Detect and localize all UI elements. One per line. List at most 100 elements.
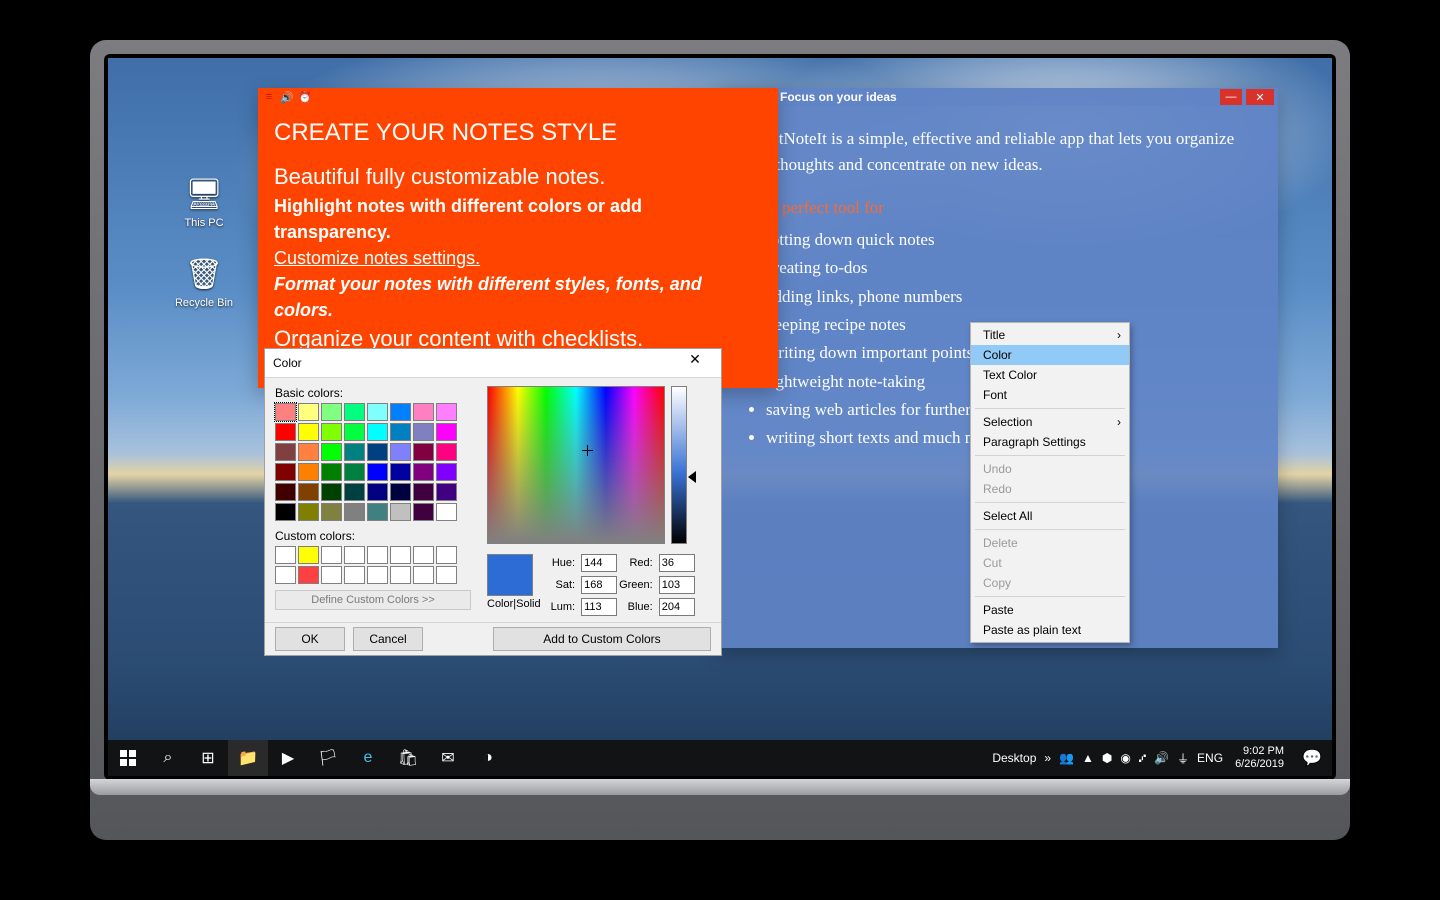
color-swatch[interactable] [298, 566, 319, 584]
menu-item[interactable]: Title [971, 325, 1129, 345]
menu-item[interactable]: Selection [971, 412, 1129, 432]
color-swatch[interactable] [390, 546, 411, 564]
color-swatch[interactable] [413, 463, 434, 481]
color-swatch[interactable] [390, 443, 411, 461]
color-swatch[interactable] [436, 503, 457, 521]
color-swatch[interactable] [436, 483, 457, 501]
action-center-icon[interactable]: 💬 [1292, 740, 1332, 776]
search-icon[interactable]: ⌕ [148, 740, 188, 776]
tray-icon[interactable]: ◉ [1116, 751, 1134, 765]
sound-icon[interactable]: 🔊 [280, 90, 294, 104]
color-swatch[interactable] [344, 483, 365, 501]
color-swatch[interactable] [344, 403, 365, 421]
menu-item[interactable]: Select All [971, 506, 1129, 526]
alarm-icon[interactable]: ⏰ [298, 90, 312, 104]
tray-overflow-icon[interactable]: ▲ [1078, 751, 1098, 765]
color-swatch[interactable] [321, 423, 342, 441]
note-titlebar[interactable]: ≡ 🔊 ⏰ [258, 88, 778, 106]
color-swatch[interactable] [413, 503, 434, 521]
sat-input[interactable] [581, 576, 617, 594]
color-swatch[interactable] [275, 483, 296, 501]
green-input[interactable] [659, 576, 695, 594]
color-swatch[interactable] [321, 403, 342, 421]
color-swatch[interactable] [367, 443, 388, 461]
color-swatch[interactable] [413, 483, 434, 501]
color-swatch[interactable] [344, 443, 365, 461]
ok-button[interactable]: OK [275, 627, 345, 651]
chevron-icon[interactable]: » [1040, 751, 1055, 765]
start-button[interactable] [108, 740, 148, 776]
language-indicator[interactable]: ENG [1193, 751, 1227, 765]
add-to-custom-button[interactable]: Add to Custom Colors [493, 627, 711, 651]
taskbar-clock[interactable]: 9:02 PM 6/26/2019 [1227, 745, 1292, 770]
color-swatch[interactable] [321, 483, 342, 501]
close-button[interactable]: ✕ [677, 351, 713, 375]
mail-icon[interactable]: ✉ [428, 740, 468, 776]
luminance-slider[interactable] [671, 386, 687, 544]
color-swatch[interactable] [390, 423, 411, 441]
color-swatch[interactable] [298, 403, 319, 421]
note-body[interactable]: CREATE YOUR NOTES STYLE Beautiful fully … [258, 106, 778, 355]
color-swatch[interactable] [367, 463, 388, 481]
color-swatch[interactable] [390, 503, 411, 521]
color-swatch[interactable] [275, 423, 296, 441]
red-input[interactable] [659, 554, 695, 572]
color-swatch[interactable] [298, 423, 319, 441]
blue-input[interactable] [659, 598, 695, 616]
color-swatch[interactable] [344, 546, 365, 564]
menu-item[interactable]: Paragraph Settings [971, 432, 1129, 452]
color-swatch[interactable] [413, 403, 434, 421]
minimize-button[interactable]: — [1220, 89, 1242, 105]
color-swatch[interactable] [436, 546, 457, 564]
color-swatch[interactable] [344, 566, 365, 584]
color-swatch[interactable] [298, 463, 319, 481]
note-titlebar[interactable]: ≡ 🔊 ⏰ Focus on your ideas — ✕ [718, 88, 1278, 106]
color-swatch[interactable] [367, 423, 388, 441]
color-swatch[interactable] [390, 463, 411, 481]
usb-icon[interactable]: ⑇ [1135, 751, 1150, 765]
color-swatch[interactable] [344, 463, 365, 481]
desktop-toolbar-label[interactable]: Desktop [988, 751, 1040, 765]
menu-item[interactable]: Paste as plain text [971, 620, 1129, 640]
color-swatch[interactable] [321, 566, 342, 584]
color-swatch[interactable] [367, 566, 388, 584]
color-swatch[interactable] [321, 443, 342, 461]
media-player-icon[interactable]: ▶ [268, 740, 308, 776]
color-swatch[interactable] [275, 566, 296, 584]
mail-flag-icon[interactable]: 🏳 [308, 740, 348, 776]
lum-input[interactable] [581, 598, 617, 616]
color-dialog[interactable]: Color ✕ Basic colors: Custom colors: Def… [264, 348, 722, 656]
taskbar[interactable]: ⌕ ⊞ 📁 ▶ 🏳 e 🛍 ✉ ◑ Desktop » 👥 ▲ ⬢ ◉ ⑇ 🔊 … [108, 740, 1332, 776]
color-swatch[interactable] [367, 403, 388, 421]
store-icon[interactable]: 🛍 [388, 740, 428, 776]
color-swatch[interactable] [367, 503, 388, 521]
menu-item[interactable]: Text Color [971, 365, 1129, 385]
define-custom-colors-button[interactable]: Define Custom Colors >> [275, 590, 471, 610]
color-swatch[interactable] [275, 503, 296, 521]
note-window-orange[interactable]: ≡ 🔊 ⏰ CREATE YOUR NOTES STYLE Beautiful … [258, 88, 778, 388]
hue-input[interactable] [581, 554, 617, 572]
color-swatch[interactable] [275, 463, 296, 481]
color-swatch[interactable] [367, 546, 388, 564]
color-swatch[interactable] [275, 546, 296, 564]
desktop-icon-this-pc[interactable]: 🖥 This PC [168, 174, 240, 229]
color-swatch[interactable] [413, 566, 434, 584]
color-swatch[interactable] [344, 503, 365, 521]
dialog-titlebar[interactable]: Color ✕ [265, 349, 721, 378]
color-swatch[interactable] [413, 546, 434, 564]
wifi-icon[interactable]: ⏚ [1173, 750, 1193, 767]
task-view-icon[interactable]: ⊞ [188, 740, 228, 776]
menu-item[interactable]: Color [971, 345, 1129, 365]
desktop-wallpaper[interactable]: 🖥 This PC 🗑 Recycle Bin ≡ 🔊 ⏰ Focus on y… [108, 58, 1332, 776]
color-swatch[interactable] [275, 403, 296, 421]
color-swatch[interactable] [321, 503, 342, 521]
color-swatch[interactable] [298, 546, 319, 564]
color-swatch[interactable] [275, 443, 296, 461]
color-swatch[interactable] [413, 443, 434, 461]
context-menu[interactable]: TitleColorText ColorFontSelectionParagra… [970, 322, 1130, 643]
app-icon[interactable]: ◑ [468, 740, 508, 776]
color-swatch[interactable] [390, 566, 411, 584]
color-swatch[interactable] [321, 463, 342, 481]
color-swatch[interactable] [436, 566, 457, 584]
color-swatch[interactable] [436, 463, 457, 481]
